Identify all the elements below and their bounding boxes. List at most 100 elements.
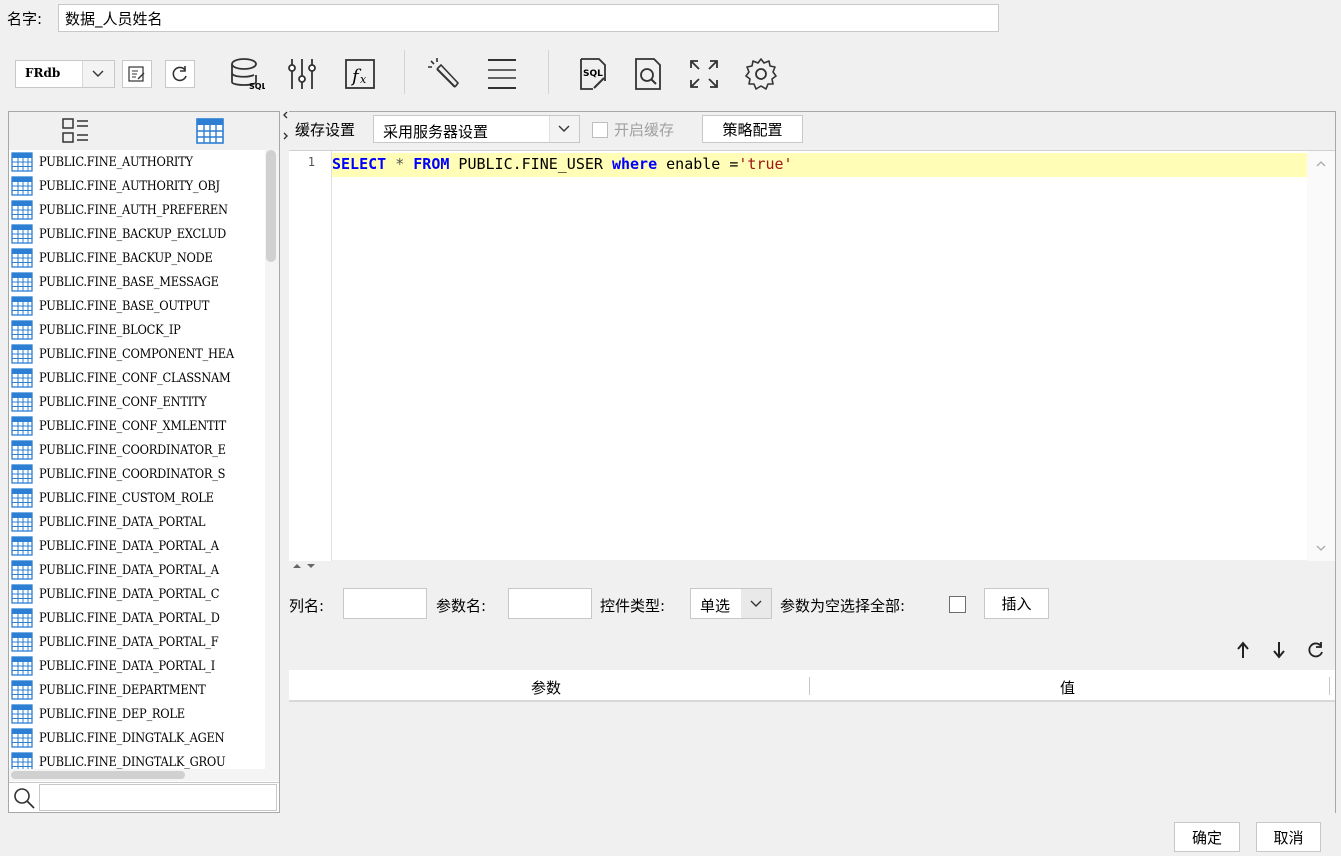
settings-button[interactable] [741, 54, 781, 94]
scrollbar-thumb[interactable] [11, 771, 185, 779]
table-list-item[interactable]: PUBLIC.FINE_BASE_OUTPUT [9, 294, 265, 318]
column-name-label: 列名: [289, 597, 325, 615]
table-grid-icon [11, 200, 33, 220]
table-name: PUBLIC.FINE_BACKUP_EXCLUD [39, 226, 227, 242]
table-list-item[interactable]: PUBLIC.FINE_DINGTALK_AGEN [9, 726, 265, 750]
search-icon [11, 785, 39, 811]
column-header-value[interactable]: 值 [1060, 677, 1075, 698]
scrollbar-thumb[interactable] [266, 150, 276, 262]
column-divider[interactable] [809, 677, 810, 695]
line-gutter: 1 [289, 151, 332, 561]
table-list-item[interactable]: PUBLIC.FINE_DATA_PORTAL_C [9, 582, 265, 606]
refresh-button[interactable] [165, 60, 195, 88]
cancel-button[interactable]: 取消 [1256, 822, 1321, 852]
column-name-input[interactable] [343, 588, 427, 619]
chevron-down-icon [82, 61, 114, 87]
list-view-tab[interactable] [59, 115, 91, 147]
table-list-item[interactable]: PUBLIC.FINE_BASE_MESSAGE [9, 270, 265, 294]
table-name: PUBLIC.FINE_BASE_MESSAGE [39, 274, 219, 290]
table-list-horizontal-scrollbar[interactable] [9, 769, 279, 781]
table-view-tab[interactable] [194, 115, 226, 147]
enable-cache-label: 开启缓存 [614, 121, 675, 139]
table-list-item[interactable]: PUBLIC.FINE_AUTHORITY_OBJ [9, 174, 265, 198]
table-list-item[interactable]: PUBLIC.FINE_AUTH_PREFEREN [9, 198, 265, 222]
table-list-item[interactable]: PUBLIC.FINE_DATA_PORTAL_D [9, 606, 265, 630]
chevron-up-icon[interactable] [1314, 157, 1328, 171]
table-list-item[interactable]: PUBLIC.FINE_COORDINATOR_E [9, 438, 265, 462]
table-name: PUBLIC.FINE_COMPONENT_HEA [39, 346, 234, 362]
table-grid-icon [11, 728, 33, 748]
strategy-config-button[interactable]: 策略配置 [702, 115, 803, 143]
parameter-row: 列名: 参数名: 控件类型: 单选 参数为空选择全部: 插入 [289, 586, 1335, 622]
name-input[interactable] [58, 4, 999, 32]
table-name: PUBLIC.FINE_DINGTALK_GROU [39, 754, 226, 770]
table-list-item[interactable]: PUBLIC.FINE_DATA_PORTAL_A [9, 558, 265, 582]
table-list-item[interactable]: PUBLIC.FINE_COORDINATOR_S [9, 462, 265, 486]
table-name: PUBLIC.FINE_COORDINATOR_S [39, 466, 226, 482]
chevron-down-icon [741, 589, 771, 618]
column-divider[interactable] [1329, 677, 1330, 695]
table-name: PUBLIC.FINE_COORDINATOR_E [39, 442, 226, 458]
sql-editor[interactable]: 1 SELECT * FROM PUBLIC.FINE_USER where e… [289, 150, 1335, 561]
table-grid-icon [11, 656, 33, 676]
insert-button[interactable]: 插入 [984, 588, 1049, 619]
move-up-button[interactable] [1229, 636, 1257, 664]
table-grid-icon [11, 320, 33, 340]
control-type-select[interactable]: 单选 [690, 588, 772, 619]
table-list-vertical-scrollbar[interactable] [265, 150, 279, 769]
table-list-item[interactable]: PUBLIC.FINE_DINGTALK_GROU [9, 750, 265, 769]
table-list-item[interactable]: PUBLIC.FINE_BACKUP_NODE [9, 246, 265, 270]
table-name: PUBLIC.FINE_DATA_PORTAL_A [39, 562, 219, 578]
ok-button[interactable]: 确定 [1174, 822, 1240, 852]
datasource-select[interactable]: FRdb [15, 60, 115, 88]
table-search [9, 782, 279, 812]
table-list-item[interactable]: PUBLIC.FINE_DATA_PORTAL_I [9, 654, 265, 678]
cache-mode-select[interactable]: 采用服务器设置 [373, 115, 580, 143]
table-name: PUBLIC.FINE_DATA_PORTAL_D [39, 610, 220, 626]
name-label: 名字: [7, 10, 43, 28]
name-row: 名字: [0, 0, 1341, 38]
table-list-item[interactable]: PUBLIC.FINE_DEPARTMENT [9, 678, 265, 702]
table-list-item[interactable]: PUBLIC.FINE_DATA_PORTAL_F [9, 630, 265, 654]
database-sql-button[interactable]: SQL [226, 54, 266, 94]
table-list-item[interactable]: PUBLIC.FINE_CONF_XMLENTIT [9, 414, 265, 438]
table-list-item[interactable]: PUBLIC.FINE_BLOCK_IP [9, 318, 265, 342]
enable-cache-checkbox[interactable] [592, 122, 608, 138]
table-list-item[interactable]: PUBLIC.FINE_DATA_PORTAL_A [9, 534, 265, 558]
editor-vertical-scrollbar[interactable] [1307, 151, 1335, 561]
chevron-down-icon[interactable] [1314, 541, 1328, 555]
table-list-item[interactable]: PUBLIC.FINE_CONF_CLASSNAM [9, 366, 265, 390]
magic-wand-button[interactable] [424, 54, 464, 94]
sliders-button[interactable] [282, 54, 322, 94]
sql-file-icon: SQL [580, 58, 606, 90]
table-list-item[interactable]: PUBLIC.FINE_DEP_ROLE [9, 702, 265, 726]
preview-button[interactable] [628, 54, 668, 94]
table-search-input[interactable] [39, 784, 277, 811]
formula-button[interactable]: fx [340, 54, 380, 94]
fullscreen-button[interactable] [684, 54, 724, 94]
sql-string-literal: 'true' [738, 155, 793, 173]
table-name: PUBLIC.FINE_DINGTALK_AGEN [39, 730, 225, 746]
parameter-table-header: 参数 值 [289, 670, 1335, 702]
splitter-arrows[interactable] [291, 560, 321, 572]
arrow-up-icon [1237, 641, 1249, 658]
param-name-input[interactable] [508, 588, 592, 619]
sql-file-button[interactable]: SQL [572, 54, 612, 94]
table-list-item[interactable]: PUBLIC.FINE_DATA_PORTAL [9, 510, 265, 534]
refresh-params-button[interactable] [1302, 636, 1330, 664]
sql-table: PUBLIC.FINE_USER [449, 155, 612, 173]
preview-icon [635, 58, 661, 90]
formula-icon: fx [345, 59, 375, 89]
table-list-item[interactable]: PUBLIC.FINE_COMPONENT_HEA [9, 342, 265, 366]
table-list-item[interactable]: PUBLIC.FINE_CONF_ENTITY [9, 390, 265, 414]
edit-connection-button[interactable] [122, 60, 152, 88]
sql-keyword: SELECT [332, 155, 387, 173]
table-list-item[interactable]: PUBLIC.FINE_AUTHORITY [9, 150, 265, 174]
column-header-param[interactable]: 参数 [531, 677, 561, 698]
empty-select-all-checkbox[interactable] [949, 596, 966, 613]
table-list-item[interactable]: PUBLIC.FINE_CUSTOM_ROLE [9, 486, 265, 510]
table-grid-icon [11, 608, 33, 628]
table-list-item[interactable]: PUBLIC.FINE_BACKUP_EXCLUD [9, 222, 265, 246]
move-down-button[interactable] [1265, 636, 1293, 664]
column-width-button[interactable] [482, 54, 522, 94]
